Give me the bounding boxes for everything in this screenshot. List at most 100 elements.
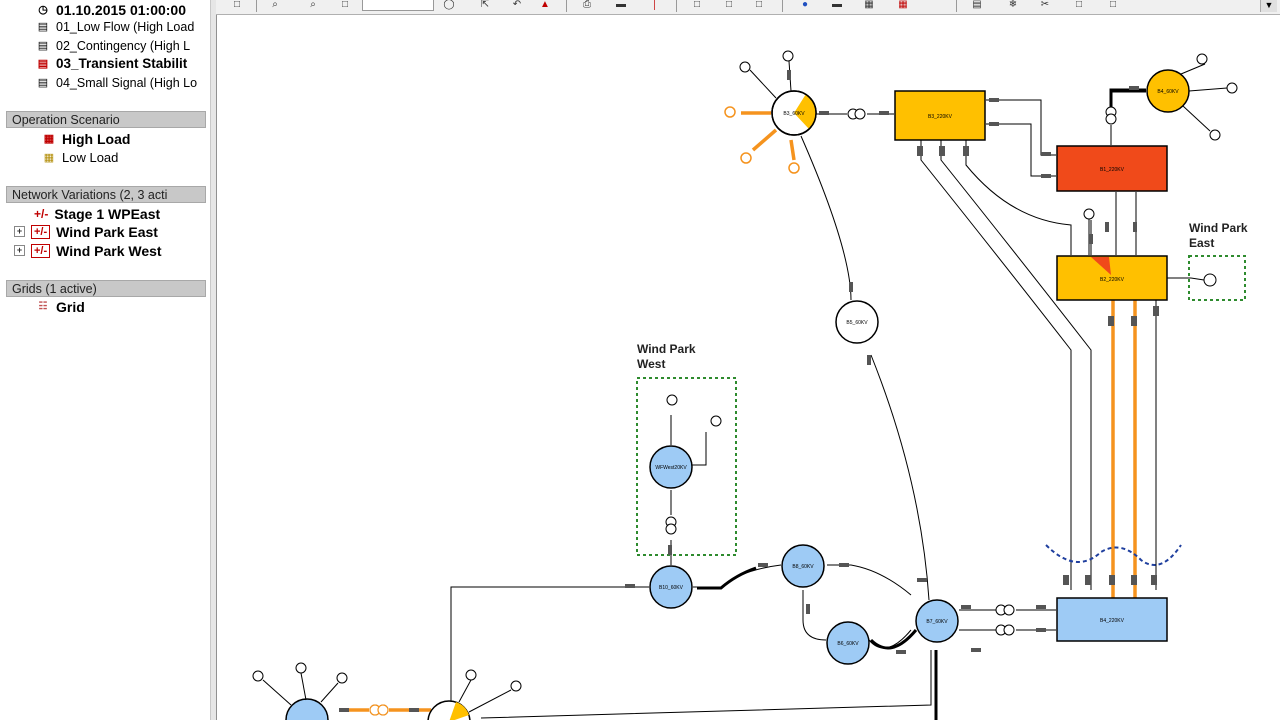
study-case-icon: ▤ [37, 57, 49, 70]
transformer-b7-b4-1[interactable] [995, 604, 1015, 616]
doc-icon[interactable]: □ [1072, 0, 1086, 10]
wind-park-east-label-2: East [1189, 236, 1214, 250]
wind-generator-icon[interactable] [666, 394, 678, 406]
study-case-item[interactable]: ▤ 01_Low Flow (High Load [34, 17, 194, 36]
generator-icon[interactable] [1196, 53, 1208, 65]
line-b3-220-b4-220-2[interactable] [940, 140, 1092, 590]
line-b3-load3-orange[interactable] [789, 139, 796, 161]
line-b5-b7[interactable] [870, 354, 930, 601]
all-icon[interactable]: ▲ [538, 0, 552, 10]
line-b8-b6[interactable] [802, 590, 827, 641]
network-variations-header[interactable]: Network Variations (2, 3 acti [6, 186, 206, 203]
study-case-item[interactable]: ▤ 02_Contingency (High L [34, 36, 190, 55]
generator-icon[interactable] [1083, 208, 1095, 220]
scenario-item-active[interactable]: ▦ High Load [40, 129, 131, 148]
line-bottom[interactable] [480, 650, 932, 719]
wind-park-east-label-1: Wind Park [1189, 221, 1248, 235]
diagram-toolbar: □ ⌕ ⌕ □ ◯ ⇱ ↶ ▲ ⎙ ▬ │ □ □ □ ● ▬ ▦ ▦ ▤ ❄ … [216, 0, 1280, 15]
transformer-b3[interactable] [847, 108, 866, 120]
study-case-item-active[interactable]: ▤ 03_Transient Stabilit [34, 54, 188, 73]
line-b3-220-b1-220-2[interactable] [986, 123, 1056, 177]
toolbar-separator [956, 0, 957, 12]
zoom-out-icon[interactable]: ⌕ [306, 0, 320, 10]
copy-icon[interactable]: □ [690, 0, 704, 10]
toolbar-dropdown-icon[interactable]: ▼ [1260, 0, 1277, 12]
undo-icon[interactable]: ↶ [510, 0, 524, 10]
graphic-icon[interactable]: ▬ [614, 0, 628, 10]
bus-label: B5_60KV [846, 320, 868, 326]
line-b3-220-b4-220-1[interactable] [920, 140, 1072, 590]
generator-icon[interactable] [252, 670, 264, 682]
operation-scenario-header[interactable]: Operation Scenario [6, 111, 206, 128]
layer-icon[interactable]: ▤ [970, 0, 984, 10]
wind-park-east-box[interactable] [1188, 255, 1246, 301]
grids-header[interactable]: Grids (1 active) [6, 280, 206, 297]
table-icon[interactable]: ▦ [862, 0, 876, 10]
line-b3-b5[interactable] [800, 135, 852, 301]
transformer-wfwest[interactable] [665, 516, 677, 535]
results-icon[interactable]: ▦ [896, 0, 910, 10]
scenario-icon: ▦ [43, 132, 55, 145]
variation-icon: +/- [31, 224, 51, 239]
load-icon[interactable] [740, 152, 752, 164]
zoom-in-icon[interactable]: ⌕ [268, 0, 282, 10]
toolbar-separator [782, 0, 783, 12]
freeze-icon[interactable]: ❄ [1006, 0, 1020, 10]
generator-icon[interactable] [510, 680, 522, 692]
load-icon[interactable] [788, 162, 800, 174]
scenario-item[interactable]: ▦ Low Load [40, 148, 119, 167]
bus-label: B7_60KV [926, 619, 948, 625]
generator-icon[interactable] [739, 61, 751, 73]
study-case-item[interactable]: ▤ 04_Small Signal (High Lo [34, 73, 197, 92]
line-b10-b8-thick[interactable] [697, 566, 757, 590]
color-icon[interactable]: ● [798, 0, 812, 10]
generator-icon[interactable] [782, 50, 794, 62]
delete-icon[interactable]: □ [752, 0, 766, 10]
line-b1-b6-thick[interactable] [1109, 88, 1146, 120]
wind-generator-icon[interactable] [710, 415, 722, 427]
line-icon[interactable]: ▬ [830, 0, 844, 10]
page-icon[interactable]: □ [230, 0, 244, 10]
print-icon[interactable]: ⎙ [580, 0, 594, 10]
generator-icon[interactable] [295, 662, 307, 674]
line-b3-220-b1-220[interactable] [986, 99, 1056, 156]
generator-icon[interactable] [1226, 82, 1238, 94]
grid-item[interactable]: ☷ Grid [34, 297, 85, 316]
line-trafo-b6[interactable] [1110, 91, 1146, 108]
transformer-group [369, 106, 1117, 716]
wind-generator-icon[interactable] [1203, 273, 1217, 287]
loaded-line-group [341, 111, 1137, 712]
select-icon[interactable]: ◯ [442, 0, 456, 10]
generator-icon[interactable] [336, 672, 348, 684]
transformer-b1-b4[interactable] [1105, 106, 1117, 125]
expand-icon[interactable]: + [14, 226, 25, 237]
busbar-label: B1_220KV [1100, 167, 1125, 173]
line-wfwest-gen2[interactable] [691, 432, 707, 466]
study-case-icon: ▤ [37, 76, 49, 89]
single-line-diagram-canvas[interactable]: Wind Park West Wind Park East B3_220KV B… [216, 15, 1280, 720]
variation-item[interactable]: +/- Stage 1 WPEast [34, 204, 160, 223]
line-b3-220-b2-220[interactable] [965, 140, 1072, 255]
line-b8-b7[interactable] [827, 564, 912, 596]
load-icon[interactable] [724, 106, 736, 118]
variation-item[interactable]: + +/- Wind Park West [14, 241, 162, 260]
line-b3-load2-orange[interactable] [751, 128, 778, 152]
line-b10-left[interactable] [450, 586, 649, 705]
cut-icon[interactable]: ✂ [1038, 0, 1052, 10]
clipboard-icon[interactable]: □ [1106, 0, 1120, 10]
variation-item[interactable]: + +/- Wind Park East [14, 222, 158, 241]
transformer-b7-b4-2[interactable] [995, 624, 1015, 636]
generator-icon[interactable] [465, 669, 477, 681]
paste-icon[interactable]: □ [722, 0, 736, 10]
zoom-page-icon[interactable]: □ [338, 0, 352, 10]
marker-icon[interactable]: │ [648, 0, 662, 10]
grid-icon: ☷ [38, 300, 48, 312]
generator-icon[interactable] [1209, 129, 1221, 141]
study-case-label: 01_Low Flow (High Load [56, 19, 195, 34]
bus-label: B3_60KV [783, 111, 805, 117]
expand-icon[interactable]: + [14, 245, 25, 256]
bus-bottom-left[interactable] [285, 698, 329, 720]
zoom-level-field[interactable] [362, 0, 434, 11]
bus-label: B8_60KV [792, 564, 814, 570]
pointer-icon[interactable]: ⇱ [478, 0, 492, 10]
